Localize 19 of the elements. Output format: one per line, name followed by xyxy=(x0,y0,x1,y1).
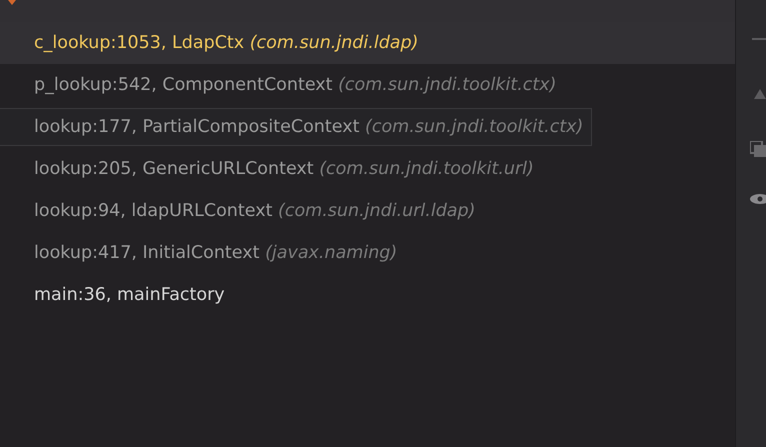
stack-frame: main:36, mainFactory xyxy=(34,285,225,305)
stack-frame: lookup:417, InitialContext (javax.naming) xyxy=(34,243,398,263)
minus-icon[interactable] xyxy=(752,38,766,41)
stack-frame: lookup:94, ldapURLContext (com.sun.jndi.url.ldap) xyxy=(34,201,476,221)
frame-row[interactable]: main:36, mainFactory xyxy=(0,274,736,316)
selected-frame-row[interactable]: c_lookup:1053, LdapCtx (com.sun.jndi.ldap) xyxy=(0,22,736,64)
caret-icon[interactable] xyxy=(8,0,16,6)
eye-icon[interactable] xyxy=(750,193,766,205)
frame-row[interactable]: lookup:205, GenericURLContext (com.sun.jndi.toolkit.url) xyxy=(0,148,736,190)
stack-frame: c_lookup:1053, LdapCtx (com.sun.jndi.ldap) xyxy=(34,33,418,53)
frame-row[interactable]: p_lookup:542, ComponentContext (com.sun.jndi.toolkit.ctx) xyxy=(0,64,736,106)
stack-frame: lookup:205, GenericURLContext (com.sun.jndi.toolkit.url) xyxy=(34,159,534,179)
frame-row[interactable]: lookup:417, InitialContext (javax.naming) xyxy=(0,232,736,274)
up-arrow-icon[interactable] xyxy=(754,89,766,99)
stack-frame: lookup:177, PartialCompositeContext (com.sun.jndi.toolkit.ctx) xyxy=(0,108,592,146)
stack-frame: p_lookup:542, ComponentContext (com.sun.jndi.toolkit.ctx) xyxy=(34,75,556,95)
frame-row[interactable]: lookup:177, PartialCompositeContext (com.sun.jndi.toolkit.ctx) xyxy=(0,106,736,148)
frame-row[interactable]: lookup:94, ldapURLContext (com.sun.jndi.url.ldap) xyxy=(0,190,736,232)
copy-icon[interactable] xyxy=(750,141,766,157)
